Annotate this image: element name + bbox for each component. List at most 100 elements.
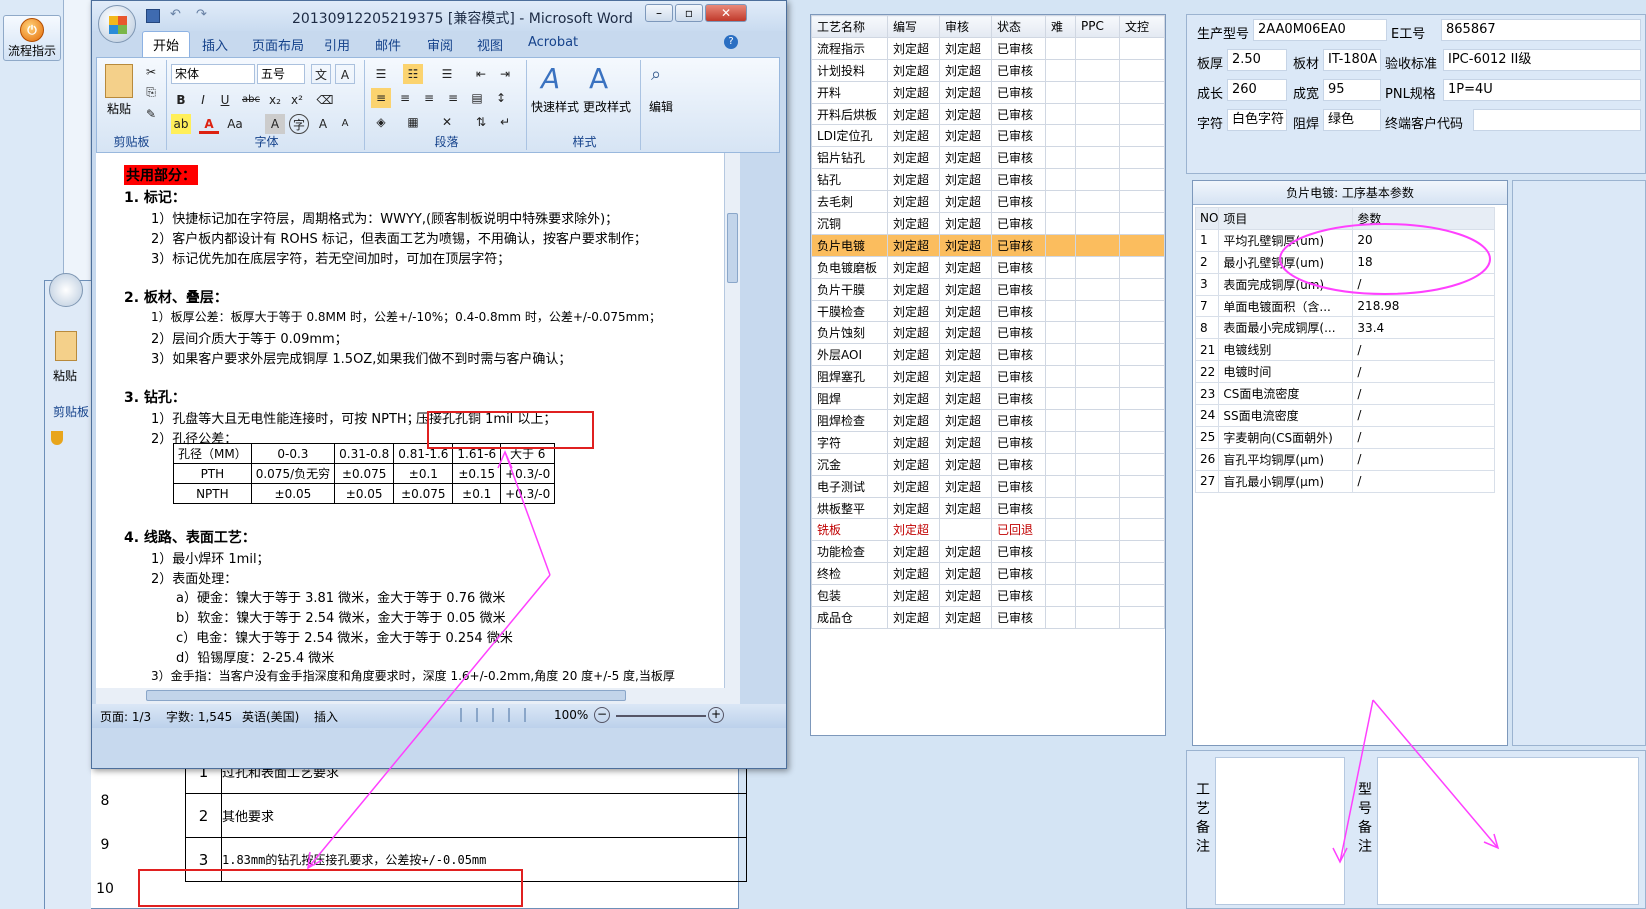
table-row[interactable]: 计划投料 刘定超 刘定超 已审核 <box>811 58 1165 82</box>
change-style-icon[interactable]: A <box>589 62 608 95</box>
office-button[interactable] <box>98 5 136 43</box>
font-name-select[interactable]: 宋体 <box>171 64 255 84</box>
table-row[interactable]: 阻焊检查 刘定超 刘定超 已审核 <box>811 409 1165 432</box>
zoom-out-icon[interactable]: − <box>594 707 610 723</box>
bold-icon[interactable]: B <box>171 90 191 110</box>
grow-font-icon[interactable]: A <box>313 114 333 134</box>
align-right-icon[interactable]: ≡ <box>419 88 439 108</box>
table-row[interactable]: 负片蚀刻 刘定超 刘定超 已审核 <box>811 321 1165 345</box>
help-icon[interactable]: ? <box>724 35 738 49</box>
table-row[interactable]: 26 盲孔平均铜厚(μm) / <box>1194 447 1496 471</box>
table-row[interactable]: 27 盲孔最小铜厚(μm) / <box>1194 469 1496 493</box>
undo-icon[interactable]: ↶ <box>170 7 181 22</box>
align-center-icon[interactable]: ≡ <box>395 88 415 108</box>
table-row[interactable]: 负电镀磨板 刘定超 刘定超 已审核 <box>811 255 1165 279</box>
zoom-slider[interactable] <box>616 715 706 717</box>
borders-icon[interactable]: ▦ <box>403 112 423 132</box>
table-row[interactable]: 字符 刘定超 刘定超 已审核 <box>811 430 1165 454</box>
vertical-scrollbar[interactable] <box>724 153 740 688</box>
table-row[interactable]: 7 单面电镀面积（含... 218.98 <box>1194 294 1496 318</box>
thickness-field[interactable]: 2.50 <box>1227 49 1287 71</box>
justify-icon[interactable]: ≡ <box>443 88 463 108</box>
tab-references[interactable]: 引用 <box>324 35 350 54</box>
zoom-in-icon[interactable]: + <box>708 707 724 723</box>
table-row[interactable]: 负片电镀 刘定超 刘定超 已审核 <box>811 233 1165 257</box>
table-row[interactable]: 终检 刘定超 刘定超 已审核 <box>811 562 1165 586</box>
underline-icon[interactable]: U <box>215 90 235 110</box>
page-count[interactable]: 页面: 1/3 <box>100 708 151 725</box>
shrink-font-icon[interactable]: A <box>335 114 355 134</box>
enclose-char-icon[interactable]: 字 <box>289 114 309 134</box>
model-field[interactable]: 2AA0M06EA0 <box>1253 19 1387 41</box>
word-count[interactable]: 字数: 1,545 <box>166 708 232 725</box>
show-marks-icon[interactable]: ↵ <box>495 112 515 132</box>
align-left-icon[interactable]: ≡ <box>371 88 391 108</box>
table-row[interactable]: 烘板整平 刘定超 刘定超 已审核 <box>811 496 1165 520</box>
table-row[interactable]: 流程指示 刘定超 刘定超 已审核 <box>811 36 1165 60</box>
close-button[interactable]: ✕ <box>705 4 747 22</box>
legend-field[interactable]: 白色字符 <box>1227 109 1287 131</box>
table-row[interactable]: 3 表面完成铜厚(um) / <box>1194 272 1496 296</box>
sort-icon[interactable]: ⇅ <box>471 112 491 132</box>
minimize-button[interactable]: – <box>645 4 673 22</box>
subscript-icon[interactable]: x₂ <box>265 90 285 110</box>
insert-mode[interactable]: 插入 <box>314 708 338 725</box>
font-color-icon[interactable]: A <box>199 114 219 134</box>
text-effect-icon[interactable]: Aa <box>225 114 245 134</box>
language-status[interactable]: 英语(美国) <box>242 708 299 725</box>
bullets-icon[interactable]: ☰ <box>371 64 391 84</box>
char-shading-icon[interactable]: A <box>265 114 285 134</box>
table-row[interactable]: 去毛刺 刘定超 刘定超 已审核 <box>811 190 1165 214</box>
acceptance-standard-field[interactable]: IPC-6012 II级 <box>1443 49 1641 71</box>
clear-format-icon[interactable]: ⌫ <box>315 90 335 110</box>
table-row[interactable]: 电子测试 刘定超 刘定超 已审核 <box>811 474 1165 498</box>
table-row[interactable]: 阻焊塞孔 刘定超 刘定超 已审核 <box>811 365 1165 389</box>
increase-indent-icon[interactable]: ⇥ <box>495 64 515 84</box>
table-row[interactable]: 1 平均孔壁铜厚(um) 20 <box>1194 228 1496 252</box>
view-buttons[interactable] <box>460 708 536 722</box>
table-row[interactable]: 负片干膜 刘定超 刘定超 已审核 <box>811 277 1165 301</box>
table-row[interactable]: 25 字麦朝向(CS面朝外) / <box>1194 425 1496 449</box>
tab-page-layout[interactable]: 页面布局 <box>252 35 304 54</box>
zoom-level[interactable]: 100% <box>554 708 588 722</box>
table-row[interactable]: 铝片钻孔 刘定超 刘定超 已审核 <box>811 146 1165 170</box>
table-row[interactable]: 钻孔 刘定超 刘定超 已审核 <box>811 168 1165 192</box>
scroll-thumb[interactable] <box>727 213 738 283</box>
horizontal-scrollbar[interactable] <box>96 688 740 704</box>
tab-insert[interactable]: 插入 <box>202 35 228 54</box>
table-row[interactable]: 功能检查 刘定超 刘定超 已审核 <box>811 540 1165 564</box>
table-row[interactable]: 23 CS面电流密度 / <box>1194 382 1496 406</box>
copy-icon[interactable]: ⎘ <box>141 82 161 102</box>
distribute-icon[interactable]: ▤ <box>467 88 487 108</box>
table-row[interactable]: 8 表面最小完成铜厚(... 33.4 <box>1194 316 1496 340</box>
tab-review[interactable]: 审阅 <box>427 35 453 54</box>
table-row[interactable]: 沉铜 刘定超 刘定超 已审核 <box>811 212 1165 235</box>
table-row[interactable]: LDI定位孔 刘定超 刘定超 已审核 <box>811 124 1165 148</box>
table-row[interactable]: 2 最小孔壁铜厚(um) 18 <box>1194 250 1496 274</box>
table-row[interactable]: 沉金 刘定超 刘定超 已审核 <box>811 452 1165 476</box>
flow-indicator-button[interactable]: ⏻ 流程指示 <box>3 15 61 61</box>
format-painter-icon[interactable]: ✎ <box>141 104 161 124</box>
table-row[interactable]: 22 电镀时间 / <box>1194 360 1496 384</box>
table-row[interactable]: 21 电镀线别 / <box>1194 338 1496 362</box>
chinese-layout-icon[interactable]: ✕ <box>437 112 457 132</box>
pnl-field[interactable]: 1P=4U <box>1443 79 1641 101</box>
tab-mailings[interactable]: 邮件 <box>375 35 401 54</box>
strikethrough-icon[interactable]: abc <box>241 90 261 110</box>
char-border-icon[interactable]: A <box>335 64 355 84</box>
table-row[interactable]: 包装 刘定超 刘定超 已审核 <box>811 584 1165 608</box>
width-field[interactable]: 95 <box>1323 79 1381 101</box>
model-note-input[interactable] <box>1377 757 1639 905</box>
save-icon[interactable] <box>146 9 160 23</box>
tab-view[interactable]: 视图 <box>477 35 503 54</box>
table-row[interactable]: 阻焊 刘定超 刘定超 已审核 <box>811 387 1165 411</box>
table-row[interactable]: 开料后烘板 刘定超 刘定超 已审核 <box>811 102 1165 126</box>
multilevel-list-icon[interactable]: ☰ <box>437 64 457 84</box>
table-row[interactable]: 铣板 刘定超 已回退 <box>811 518 1165 542</box>
office-orb-icon[interactable] <box>49 273 83 307</box>
italic-icon[interactable]: I <box>193 90 213 110</box>
eno-field[interactable]: 865867 <box>1441 19 1641 41</box>
table-row[interactable]: 开料 刘定超 刘定超 已审核 <box>811 80 1165 104</box>
decrease-indent-icon[interactable]: ⇤ <box>471 64 491 84</box>
phonetic-icon[interactable]: 文 <box>311 64 331 84</box>
